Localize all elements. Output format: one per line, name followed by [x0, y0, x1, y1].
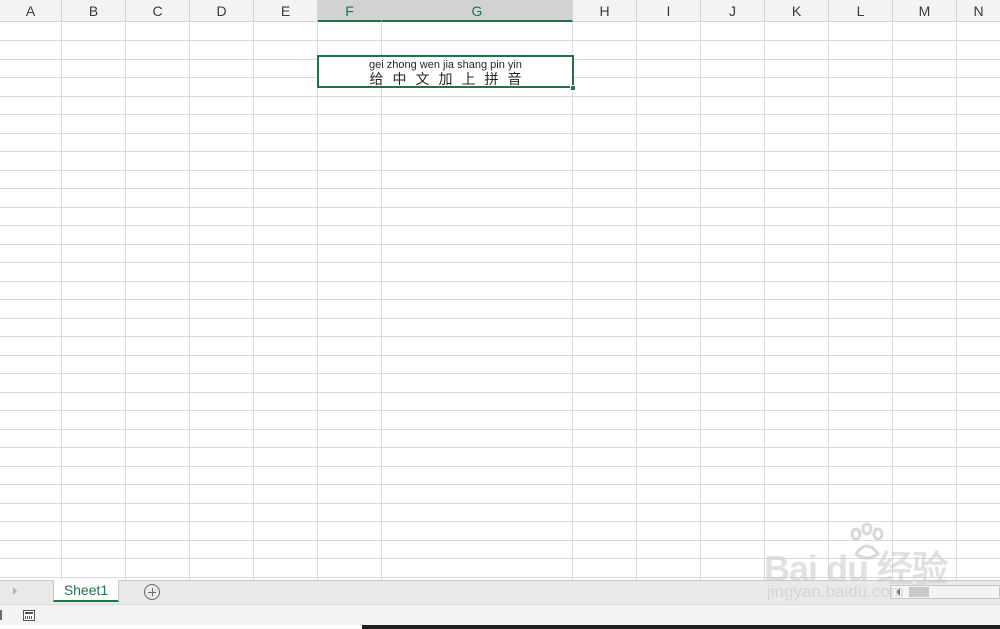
- row-gridline: [0, 96, 1000, 97]
- row-gridline: [0, 336, 1000, 337]
- column-gridline: [61, 22, 62, 580]
- row-gridline: [0, 521, 1000, 522]
- row-gridline: [0, 429, 1000, 430]
- scrollbar-thumb[interactable]: [909, 587, 929, 597]
- row-gridline: [0, 207, 1000, 208]
- column-header-m[interactable]: M: [893, 0, 957, 22]
- status-bar: [0, 604, 1000, 625]
- sheet-tab-sheet1[interactable]: Sheet1: [53, 580, 119, 602]
- taskbar-dark-edge: [362, 625, 1000, 629]
- column-header-l[interactable]: L: [829, 0, 893, 22]
- row-gridline: [0, 503, 1000, 504]
- row-gridline: [0, 540, 1000, 541]
- row-gridline: [0, 225, 1000, 226]
- column-gridline: [317, 22, 318, 580]
- column-header-d[interactable]: D: [190, 0, 254, 22]
- cell-phonetic-guide: gei zhong wen jia shang pin yin: [369, 59, 522, 71]
- column-header-g[interactable]: G: [382, 0, 573, 22]
- column-header-e[interactable]: E: [254, 0, 318, 22]
- row-gridline: [0, 392, 1000, 393]
- row-gridline: [0, 373, 1000, 374]
- cell-chinese-text: 给中文加上拼音: [369, 72, 531, 88]
- row-gridline: [0, 244, 1000, 245]
- row-gridline: [0, 318, 1000, 319]
- column-header-k[interactable]: K: [765, 0, 829, 22]
- row-gridline: [0, 299, 1000, 300]
- row-gridline: [0, 558, 1000, 559]
- row-gridline: [0, 114, 1000, 115]
- row-gridline: [0, 262, 1000, 263]
- column-header-j[interactable]: J: [701, 0, 765, 22]
- sheet-tab-bar: Sheet1: [0, 580, 1000, 604]
- row-gridline: [0, 577, 1000, 578]
- row-gridline: [0, 151, 1000, 152]
- add-sheet-button[interactable]: [144, 584, 160, 600]
- column-gridline: [956, 22, 957, 580]
- row-gridline: [0, 355, 1000, 356]
- column-header-a[interactable]: A: [0, 0, 62, 22]
- row-gridline: [0, 170, 1000, 171]
- cell-grid[interactable]: [0, 22, 1000, 580]
- row-gridline: [0, 466, 1000, 467]
- horizontal-scrollbar[interactable]: [890, 585, 1000, 599]
- column-header-h[interactable]: H: [573, 0, 637, 22]
- status-glyph: [0, 610, 2, 620]
- column-header-f[interactable]: F: [318, 0, 382, 22]
- column-gridline: [381, 22, 382, 580]
- row-gridline: [0, 40, 1000, 41]
- row-gridline: [0, 133, 1000, 134]
- column-header-b[interactable]: B: [62, 0, 126, 22]
- row-gridline: [0, 447, 1000, 448]
- tab-scroll-left-icon[interactable]: [13, 587, 17, 595]
- scroll-left-arrow-icon[interactable]: [896, 588, 900, 596]
- column-gridline: [189, 22, 190, 580]
- column-header-row: A B C D E F G H I J K L M N: [0, 0, 1000, 22]
- fill-handle[interactable]: [570, 85, 576, 91]
- column-header-c[interactable]: C: [126, 0, 190, 22]
- row-gridline: [0, 484, 1000, 485]
- column-gridline: [828, 22, 829, 580]
- column-gridline: [572, 22, 573, 580]
- column-gridline: [125, 22, 126, 580]
- column-gridline: [892, 22, 893, 580]
- row-gridline: [0, 188, 1000, 189]
- macro-record-icon[interactable]: [23, 610, 35, 621]
- column-gridline: [636, 22, 637, 580]
- column-gridline: [764, 22, 765, 580]
- row-gridline: [0, 281, 1000, 282]
- column-header-n[interactable]: N: [957, 0, 1000, 22]
- column-gridline: [253, 22, 254, 580]
- column-gridline: [700, 22, 701, 580]
- column-header-i[interactable]: I: [637, 0, 701, 22]
- row-gridline: [0, 410, 1000, 411]
